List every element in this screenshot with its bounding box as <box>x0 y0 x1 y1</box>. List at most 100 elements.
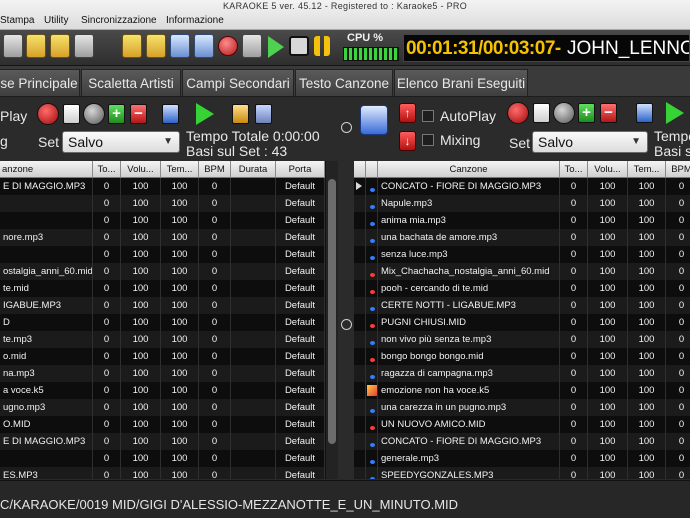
left-table-scrollbar[interactable] <box>325 161 338 479</box>
current-row-arrow-icon <box>356 182 362 190</box>
menu-informazione[interactable]: Informazione <box>166 15 224 26</box>
tab-campi-secondari[interactable]: Campi Secondari <box>182 69 294 96</box>
col-header-tonalita[interactable]: To... <box>93 161 121 178</box>
set-select[interactable]: Salvo ▼ <box>62 131 180 153</box>
menu-stampa[interactable]: Stampa <box>0 15 34 26</box>
music-file-icon[interactable] <box>50 34 70 58</box>
table-row[interactable]: pooh - cercando di te.mid 0 100 100 0 <box>354 280 690 297</box>
checklist-icon-right[interactable] <box>533 103 550 123</box>
table-row[interactable]: CERTE NOTTI - LIGABUE.MP3 0 100 100 0 <box>354 297 690 314</box>
table-row[interactable]: una carezza in un pugno.mp3 0 100 100 0 <box>354 399 690 416</box>
mp3-file-icon <box>367 402 377 413</box>
table-row[interactable]: 0 100 100 0 Default <box>0 246 325 263</box>
menu-sincronizzazione[interactable]: Sincronizzazione <box>81 15 157 26</box>
table-row[interactable]: 0 100 100 0 Default <box>0 212 325 229</box>
sheet-icon[interactable] <box>194 34 214 58</box>
table-row[interactable]: na.mp3 0 100 100 0 Default <box>0 365 325 382</box>
table-row[interactable]: Napule.mp3 0 100 100 0 <box>354 195 690 212</box>
col-header-volume-right[interactable]: Volu... <box>588 161 628 178</box>
table-row[interactable]: ostalgia_anni_60.mid 0 100 100 0 Default <box>0 263 325 280</box>
star-icon[interactable] <box>146 34 166 58</box>
tab-testo-canzone[interactable]: Testo Canzone <box>295 69 393 96</box>
table-row[interactable]: anima mia.mp3 0 100 100 0 <box>354 212 690 229</box>
printer-icon[interactable] <box>74 34 94 58</box>
table-row[interactable]: ES.MP3 0 100 100 0 Default <box>0 467 325 479</box>
remove-button-right[interactable]: − <box>600 103 617 123</box>
tab-base-principale[interactable]: se Principale <box>0 69 80 96</box>
save-icon[interactable] <box>162 104 179 124</box>
table-row[interactable]: O.MID 0 100 100 0 Default <box>0 416 325 433</box>
col-header-bpm-right[interactable]: BPM <box>666 161 690 178</box>
stop-icon[interactable] <box>289 36 309 56</box>
play-button[interactable] <box>196 103 214 125</box>
checklist-icon[interactable] <box>63 104 80 124</box>
table-row[interactable]: nore.mp3 0 100 100 0 Default <box>0 229 325 246</box>
table-row[interactable]: CONCATO - FIORE DI MAGGIO.MP3 0 100 100 0 <box>354 178 690 195</box>
table-row[interactable]: 0 100 100 0 Default <box>0 450 325 467</box>
col-header-volume[interactable]: Volu... <box>121 161 161 178</box>
table-row[interactable]: senza luce.mp3 0 100 100 0 <box>354 246 690 263</box>
flag-icon[interactable] <box>170 34 190 58</box>
mixing-checkbox[interactable] <box>422 134 434 146</box>
table-row[interactable]: 0 100 100 0 Default <box>0 195 325 212</box>
col-header-porta[interactable]: Porta <box>276 161 325 178</box>
add-button-right[interactable]: + <box>578 103 595 123</box>
calculator-icon[interactable] <box>255 104 272 124</box>
col-header-durata[interactable]: Durata <box>231 161 276 178</box>
col-header-canzone-right[interactable]: Canzone <box>378 161 560 178</box>
menu-utility[interactable]: Utility <box>44 15 68 26</box>
col-header-tempo[interactable]: Tem... <box>161 161 199 178</box>
pane-divider[interactable] <box>338 97 354 479</box>
play-icon[interactable] <box>268 36 284 58</box>
play-button-right[interactable] <box>666 102 684 124</box>
table-row[interactable]: non vivo più senza te.mp3 0 100 100 0 <box>354 331 690 348</box>
settings-icon[interactable] <box>3 34 23 58</box>
table-row[interactable]: bongo bongo bongo.mid 0 100 100 0 <box>354 348 690 365</box>
disc-button[interactable] <box>83 103 105 125</box>
table-row[interactable]: te.mp3 0 100 100 0 Default <box>0 331 325 348</box>
col-header-tonalita-right[interactable]: To... <box>560 161 588 178</box>
table-row[interactable]: PUGNI CHIUSI.MID 0 100 100 0 <box>354 314 690 331</box>
video-icon[interactable] <box>218 36 238 56</box>
table-row[interactable]: o.mid 0 100 100 0 Default <box>0 348 325 365</box>
cell-bpm: 0 <box>666 246 690 263</box>
table-row[interactable]: te.mid 0 100 100 0 Default <box>0 280 325 297</box>
divider-handle-bottom[interactable] <box>341 319 352 330</box>
col-header-canzone[interactable]: anzone <box>0 161 93 178</box>
move-up-button[interactable]: ↑ <box>399 103 416 123</box>
tab-scaletta-artisti[interactable]: Scaletta Artisti <box>81 69 181 96</box>
table-row[interactable]: D 0 100 100 0 Default <box>0 314 325 331</box>
no-entry-icon[interactable] <box>242 34 262 58</box>
disc-button-right[interactable] <box>553 102 575 124</box>
col-header-tempo-right[interactable]: Tem... <box>628 161 666 178</box>
table-row[interactable]: Mix_Chachacha_nostalgia_anni_60.mid 0 100 1… <box>354 263 690 280</box>
table-row[interactable]: una bachata de amore.mp3 0 100 100 0 <box>354 229 690 246</box>
save-icon-right[interactable] <box>636 103 653 123</box>
table-row[interactable]: CONCATO - FIORE DI MAGGIO.MP3 0 100 100 0 <box>354 433 690 450</box>
remove-button[interactable]: − <box>130 104 147 124</box>
record-button-right[interactable] <box>507 102 529 124</box>
table-row[interactable]: generale.mp3 0 100 100 0 <box>354 450 690 467</box>
table-row[interactable]: E DI MAGGIO.MP3 0 100 100 0 Default <box>0 178 325 195</box>
divider-handle-top[interactable] <box>341 122 352 133</box>
record-button[interactable] <box>37 103 59 125</box>
table-row[interactable]: a voce.k5 0 100 100 0 Default <box>0 382 325 399</box>
table-row[interactable]: ragazza di campagna.mp3 0 100 100 0 <box>354 365 690 382</box>
table-row[interactable]: ugno.mp3 0 100 100 0 Default <box>0 399 325 416</box>
music-note-icon[interactable] <box>232 104 249 124</box>
table-row[interactable]: E DI MAGGIO.MP3 0 100 100 0 Default <box>0 433 325 450</box>
autoplay-checkbox[interactable] <box>422 110 434 122</box>
set-select-right[interactable]: Salvo ▼ <box>532 131 648 153</box>
table-row[interactable]: SPEEDYGONZALES.MP3 0 100 100 0 <box>354 467 690 479</box>
move-down-button[interactable]: ↓ <box>399 131 416 151</box>
scrollbar-thumb[interactable] <box>328 179 336 444</box>
table-row[interactable]: IGABUE.MP3 0 100 100 0 Default <box>0 297 325 314</box>
table-row[interactable]: emozione non ha voce.k5 0 100 100 0 <box>354 382 690 399</box>
list-icon[interactable] <box>26 34 46 58</box>
folder-icon[interactable] <box>122 34 142 58</box>
add-button[interactable]: + <box>108 104 125 124</box>
pause-icon[interactable] <box>314 36 330 56</box>
tab-elenco-brani-eseguiti[interactable]: Elenco Brani Eseguiti <box>394 69 528 96</box>
col-header-bpm[interactable]: BPM <box>199 161 231 178</box>
table-row[interactable]: UN NUOVO AMICO.MID 0 100 100 0 <box>354 416 690 433</box>
